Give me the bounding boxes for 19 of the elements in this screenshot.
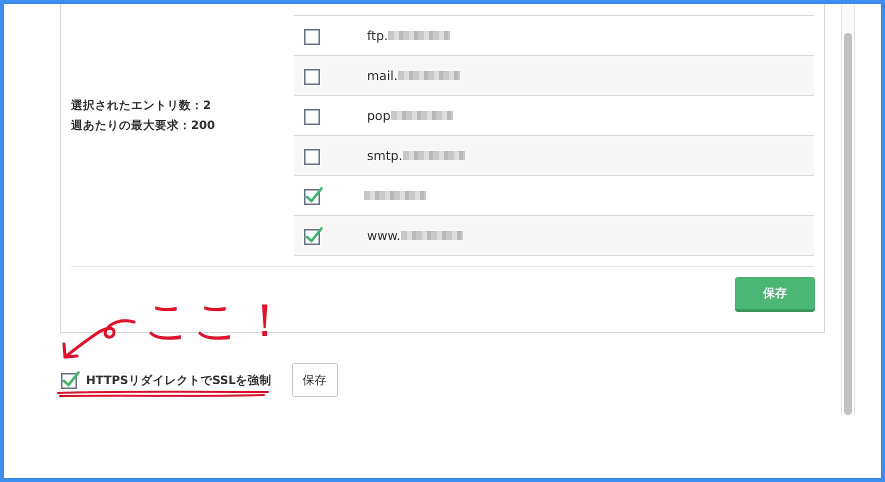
annotation-text: ここ！ — [144, 294, 290, 346]
checkbox[interactable] — [304, 186, 323, 204]
scrollbar-thumb[interactable] — [844, 33, 852, 415]
host-name: ftp. — [367, 28, 388, 43]
checkbox[interactable] — [304, 106, 323, 124]
checkbox[interactable] — [61, 371, 80, 389]
checkbox[interactable] — [304, 226, 323, 244]
host-name: smtp. — [367, 148, 402, 163]
host-name: pop — [367, 108, 391, 123]
checkbox[interactable] — [304, 66, 323, 84]
checkbox-label: HTTPSリダイレクトでSSLを強制 — [86, 372, 272, 388]
host-name: www. — [367, 228, 400, 243]
host-name: mail. — [367, 68, 398, 83]
summary-text: 選択されたエントリ数：2 — [71, 97, 212, 114]
checkbox[interactable] — [304, 146, 323, 164]
summary-text: 週あたりの最大要求：200 — [71, 117, 216, 134]
save-button[interactable]: 保存 — [292, 363, 338, 397]
scrollbar[interactable] — [841, 4, 855, 415]
checkbox[interactable] — [304, 26, 323, 44]
